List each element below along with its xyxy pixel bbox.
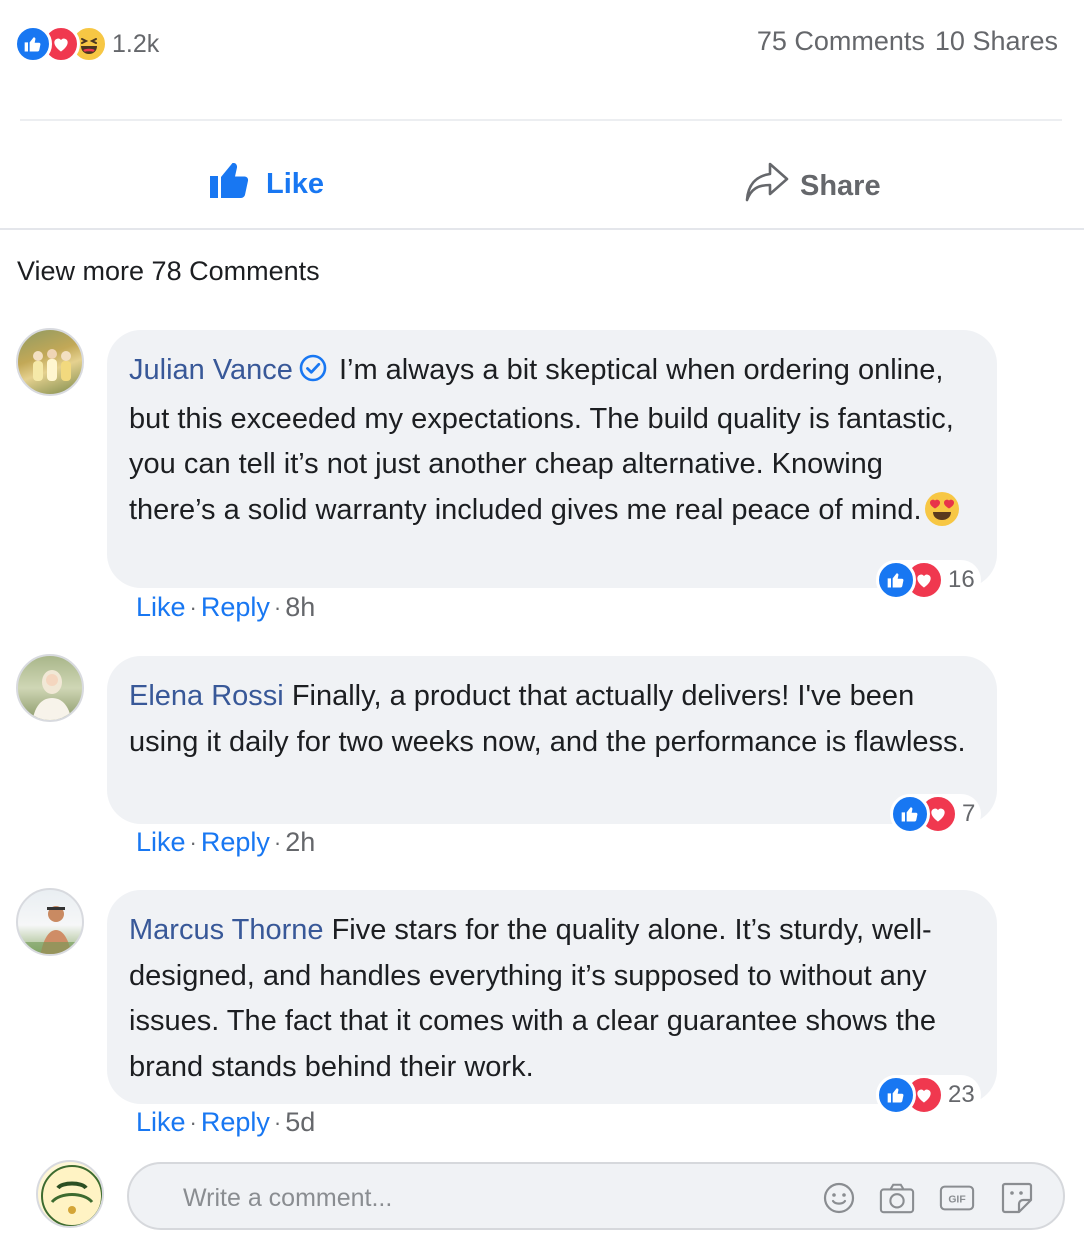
shares-count-link[interactable]: 10 Shares bbox=[935, 26, 1058, 57]
comment-reactions[interactable]: 23 bbox=[876, 1075, 981, 1115]
reaction-summary[interactable]: 1.2k bbox=[14, 24, 159, 64]
post-actions: Like Share bbox=[0, 122, 1084, 228]
svg-text:GIF: GIF bbox=[948, 1195, 965, 1206]
separator-dot: · bbox=[189, 1109, 197, 1135]
like-icon bbox=[890, 794, 930, 834]
comment-like-link[interactable]: Like bbox=[136, 592, 186, 623]
comment-reactions[interactable]: 7 bbox=[890, 794, 982, 834]
comment-reply-link[interactable]: Reply bbox=[201, 827, 270, 858]
comment-reaction-count: 7 bbox=[962, 800, 976, 827]
separator-dot: · bbox=[273, 829, 282, 855]
share-button[interactable]: Share bbox=[744, 160, 881, 212]
gif-icon[interactable]: GIF bbox=[939, 1180, 975, 1216]
comment-reaction-count: 23 bbox=[948, 1081, 975, 1108]
comment-author[interactable]: Julian Vance bbox=[129, 354, 293, 386]
divider bbox=[0, 228, 1084, 230]
comment-timestamp[interactable]: 2h bbox=[285, 827, 315, 858]
comments-count-link[interactable]: 75 Comments bbox=[757, 26, 925, 57]
comment-author[interactable]: Elena Rossi bbox=[129, 680, 284, 712]
comment-input[interactable] bbox=[183, 1176, 783, 1220]
comment-actions: Like · Reply · 5d bbox=[136, 1107, 315, 1138]
avatar[interactable] bbox=[16, 654, 84, 722]
like-label: Like bbox=[266, 167, 325, 200]
separator-dot: · bbox=[273, 1109, 282, 1135]
comment-timestamp[interactable]: 8h bbox=[285, 592, 315, 623]
heart-eyes-emoji-icon bbox=[924, 491, 960, 542]
like-icon bbox=[876, 560, 916, 600]
thumbs-up-icon bbox=[208, 160, 256, 208]
share-arrow-icon bbox=[744, 160, 790, 212]
comment-composer: GIF bbox=[127, 1162, 1065, 1230]
comment-reply-link[interactable]: Reply bbox=[201, 1107, 270, 1138]
divider bbox=[20, 119, 1062, 121]
comment-like-link[interactable]: Like bbox=[136, 827, 186, 858]
separator-dot: · bbox=[189, 829, 197, 855]
avatar[interactable] bbox=[16, 328, 84, 396]
emoji-icon[interactable] bbox=[821, 1180, 857, 1216]
camera-icon[interactable] bbox=[879, 1180, 915, 1216]
comment-reactions[interactable]: 16 bbox=[876, 560, 981, 600]
like-button[interactable]: Like bbox=[208, 160, 324, 208]
comment-timestamp[interactable]: 5d bbox=[285, 1107, 315, 1138]
avatar[interactable] bbox=[16, 888, 84, 956]
view-more-comments-link[interactable]: View more 78 Comments bbox=[17, 256, 320, 287]
sticker-icon[interactable] bbox=[999, 1180, 1035, 1216]
reaction-count: 1.2k bbox=[112, 29, 160, 58]
like-icon bbox=[14, 25, 52, 63]
separator-dot: · bbox=[189, 594, 197, 620]
comment-reaction-count: 16 bbox=[948, 566, 975, 593]
comment-actions: Like · Reply · 2h bbox=[136, 827, 315, 858]
comment-actions: Like · Reply · 8h bbox=[136, 592, 315, 623]
comment-author[interactable]: Marcus Thorne bbox=[129, 914, 324, 946]
comment-like-link[interactable]: Like bbox=[136, 1107, 186, 1138]
comment-bubble: Julian Vance I’m always a bit skeptical … bbox=[107, 330, 997, 588]
share-label: Share bbox=[800, 169, 881, 202]
current-user-avatar bbox=[36, 1160, 104, 1228]
engagement-counts: 75 Comments 10 Shares bbox=[757, 26, 1058, 57]
like-icon bbox=[876, 1075, 916, 1115]
comment-reply-link[interactable]: Reply bbox=[201, 592, 270, 623]
separator-dot: · bbox=[273, 594, 282, 620]
comment-bubble: Marcus Thorne Five stars for the quality… bbox=[107, 890, 997, 1104]
comment-bubble: Elena Rossi Finally, a product that actu… bbox=[107, 656, 997, 824]
verified-badge-icon bbox=[299, 351, 327, 397]
reaction-summary-bar: 1.2k 75 Comments 10 Shares bbox=[0, 0, 1084, 90]
